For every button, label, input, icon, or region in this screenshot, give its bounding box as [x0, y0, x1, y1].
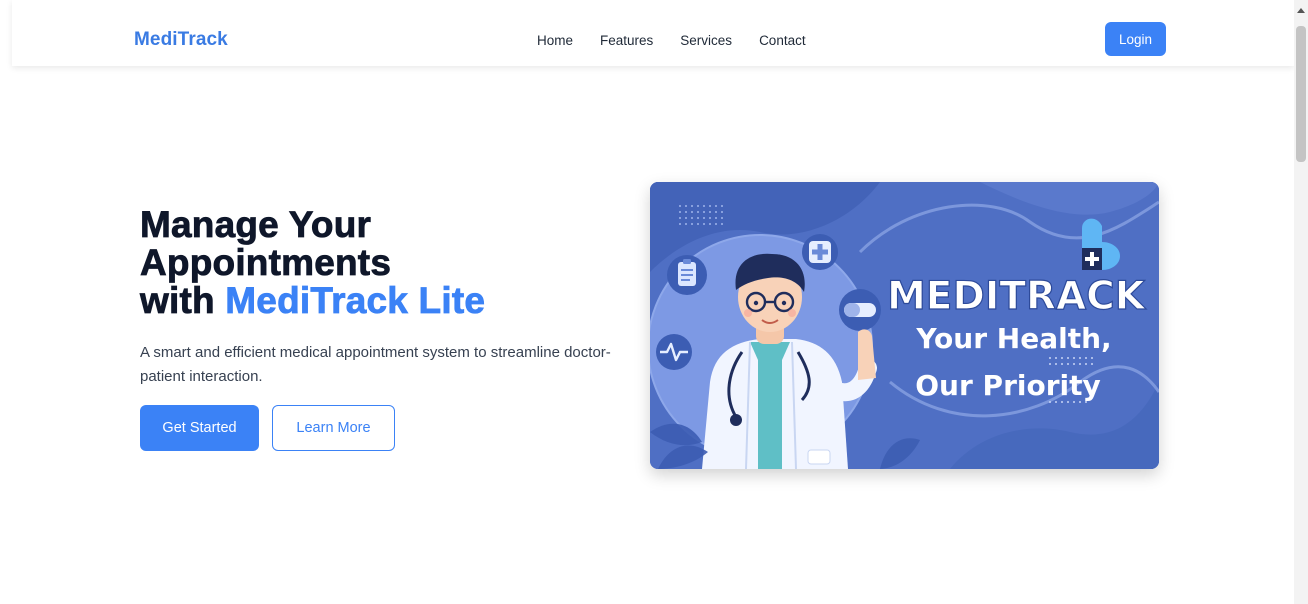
hero-banner-image: MEDITRACK Your Health, Our Priority — [650, 182, 1159, 469]
medical-cross-bubble-icon — [802, 234, 838, 270]
page-scrollbar[interactable] — [1294, 0, 1308, 604]
banner-tagline-line1: Your Health, — [915, 322, 1111, 355]
scroll-thumb[interactable] — [1296, 26, 1306, 162]
clipboard-icon — [667, 255, 707, 295]
learn-more-button[interactable]: Learn More — [272, 405, 395, 451]
get-started-button[interactable]: Get Started — [140, 405, 259, 451]
pill-icon — [839, 289, 881, 331]
nav-link-contact[interactable]: Contact — [759, 33, 806, 48]
hero-title-line3-prefix: with — [140, 280, 215, 321]
hero-title-accent: MediTrack Lite — [225, 280, 486, 321]
brand-logo[interactable]: MediTrack — [134, 29, 228, 51]
hero-description: A smart and efficient medical appointmen… — [140, 344, 611, 385]
nav-links: Home Features Services Contact — [537, 33, 833, 48]
scroll-up-arrow-icon[interactable] — [1297, 8, 1305, 13]
login-button[interactable]: Login — [1105, 22, 1166, 56]
hero-banner-illustration: MEDITRACK Your Health, Our Priority — [650, 182, 1159, 469]
nav-link-services[interactable]: Services — [680, 33, 732, 48]
banner-tagline-line2: Our Priority — [915, 369, 1101, 402]
heartbeat-icon — [656, 334, 692, 370]
nav-link-home[interactable]: Home — [537, 33, 573, 48]
hero-title-line1: Manage Your — [140, 204, 372, 245]
hero-title: Manage Your Appointments with MediTrack … — [140, 204, 600, 321]
hero-title-line2: Appointments — [140, 242, 392, 283]
navbar: MediTrack Home Features Services Contact… — [12, 0, 1294, 66]
banner-headline: MEDITRACK — [887, 274, 1147, 319]
nav-link-features[interactable]: Features — [600, 33, 653, 48]
